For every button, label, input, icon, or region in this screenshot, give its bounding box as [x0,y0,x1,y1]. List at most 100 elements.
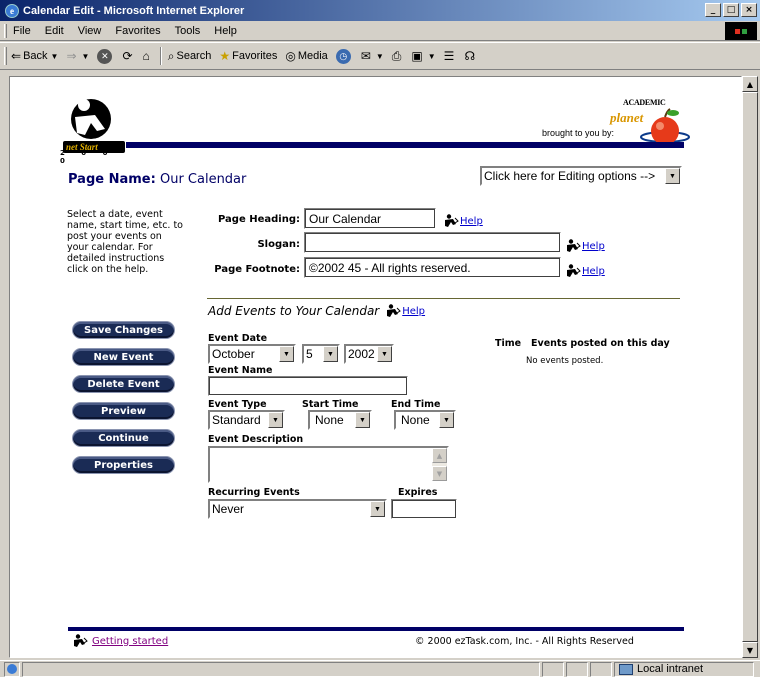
recurring-events-label: Recurring Events [208,487,300,498]
menu-help[interactable]: Help [214,25,237,37]
maximize-button[interactable]: □ [723,3,739,17]
start-time-label: Start Time [302,399,359,410]
expires-input[interactable] [391,499,457,519]
start-time-select[interactable]: None ▼ [308,410,372,430]
scroll-down-icon[interactable]: ▼ [432,466,447,481]
chevron-down-icon[interactable]: ▼ [377,346,392,362]
continue-button[interactable]: Continue [72,429,175,447]
home-button[interactable]: ⌂ [143,49,152,63]
year-select[interactable]: 2002 ▼ [344,344,394,364]
help-runner-icon [387,304,402,317]
media-button[interactable]: ◎ Media [285,49,327,63]
media-icon: ◎ [285,49,296,63]
menu-favorites[interactable]: Favorites [115,25,160,37]
preview-button[interactable]: Preview [72,402,175,420]
month-select[interactable]: October ▼ [208,344,296,364]
textarea-scrollbar[interactable]: ▲ ▼ [432,448,447,481]
event-type-label: Event Type [208,399,267,410]
chevron-down-icon[interactable]: ▼ [665,168,680,184]
event-name-input[interactable] [208,376,408,396]
menu-view[interactable]: View [78,25,102,37]
instructions-text: Select a date, event name, start time, e… [67,209,183,275]
chevron-down-icon[interactable]: ▼ [370,501,385,517]
month-value: October [212,347,255,361]
menu-edit[interactable]: Edit [45,25,64,37]
slogan-input[interactable] [304,232,561,253]
help-link-slogan[interactable]: Help [565,239,605,253]
edit-page-icon: ▣ [411,49,423,63]
messenger-icon: ☊ [464,49,476,63]
event-name-label: Event Name [208,365,273,376]
back-button[interactable]: ⇐ Back ▼ [11,49,58,63]
mail-button[interactable]: ✉ ▼ [361,49,384,63]
getting-started-link[interactable]: Getting started [72,634,168,648]
status-pane-3 [590,661,612,677]
chevron-down-icon[interactable]: ▼ [439,412,454,428]
favorites-button[interactable]: ★ Favorites [219,49,277,63]
forward-arrow-icon: ⇒ [66,49,77,63]
event-description-textarea[interactable]: ▲ ▼ [208,446,449,483]
search-label: Search [176,50,212,62]
recurring-events-select[interactable]: Never ▼ [208,499,387,519]
status-text-pane [22,661,540,677]
intranet-icon [619,663,633,675]
help-runner-icon [567,239,581,252]
chevron-down-icon[interactable]: ▼ [323,346,338,362]
minimize-button[interactable]: _ [705,3,721,17]
page-heading-label: Page Heading: [218,214,300,225]
close-button[interactable]: × [741,3,757,17]
help-link-heading[interactable]: Help [443,214,483,228]
delete-event-button[interactable]: Delete Event [72,375,175,393]
discuss-button[interactable]: ☰ [444,49,457,63]
save-changes-button[interactable]: Save Changes [72,321,175,339]
history-icon: ◷ [335,48,351,64]
messenger-button[interactable]: ☊ [464,49,477,63]
day-value: 5 [306,347,313,361]
editing-options-select[interactable]: Click here for Editing options --> ▼ [480,166,682,186]
header-rule [126,142,684,148]
stop-button[interactable]: ✕ [97,48,114,64]
print-button[interactable]: ⎙ [392,49,404,64]
scroll-up-icon[interactable]: ▲ [432,448,447,463]
page-scrollbar[interactable]: ▲ ▼ [742,76,758,658]
properties-button[interactable]: Properties [72,456,175,474]
page-footnote-input[interactable]: ©2002 45 - All rights reserved. [304,257,561,278]
new-event-button[interactable]: New Event [72,348,175,366]
refresh-icon: ⟳ [122,49,133,63]
history-button[interactable]: ◷ [335,48,353,64]
end-time-label: End Time [391,399,441,410]
help-link-events[interactable]: Help [385,304,425,318]
footer-rule [68,627,684,631]
menu-file[interactable]: File [13,25,31,37]
security-zone: Local intranet [614,661,754,677]
day-select[interactable]: 5 ▼ [302,344,340,364]
chevron-down-icon[interactable]: ▼ [355,412,370,428]
page-heading-input[interactable]: Our Calendar [304,208,436,229]
search-icon: ⌕ [167,48,175,63]
favorites-label: Favorites [232,50,278,62]
favorites-icon: ★ [219,49,231,63]
menu-tools[interactable]: Tools [175,25,201,37]
menu-grip [4,23,7,38]
chevron-down-icon[interactable]: ▼ [268,412,283,428]
window-controls: _ □ × [705,3,757,17]
help-link-footnote[interactable]: Help [565,264,605,278]
edit-page-button[interactable]: ▣ ▼ [411,49,435,63]
scroll-down-icon[interactable]: ▼ [742,642,758,658]
refresh-button[interactable]: ⟳ [122,49,134,63]
help-runner-icon [567,264,581,277]
menu-bar: File Edit View Favorites Tools Help [0,21,760,41]
search-button[interactable]: ⌕ Search [168,49,212,64]
end-time-select[interactable]: None ▼ [394,410,456,430]
help-label: Help [460,215,483,227]
time-column-header: Time [495,338,522,349]
window-title: Calendar Edit - Microsoft Internet Explo… [23,4,245,17]
scrollbar-thumb[interactable] [742,92,758,642]
status-pane-1 [542,661,564,677]
scroll-up-icon[interactable]: ▲ [742,76,758,92]
forward-button[interactable]: ⇒ ▼ [66,49,89,63]
discuss-icon: ☰ [443,49,455,63]
chevron-down-icon: ▼ [427,51,436,61]
chevron-down-icon[interactable]: ▼ [279,346,294,362]
event-type-select[interactable]: Standard ▼ [208,410,285,430]
